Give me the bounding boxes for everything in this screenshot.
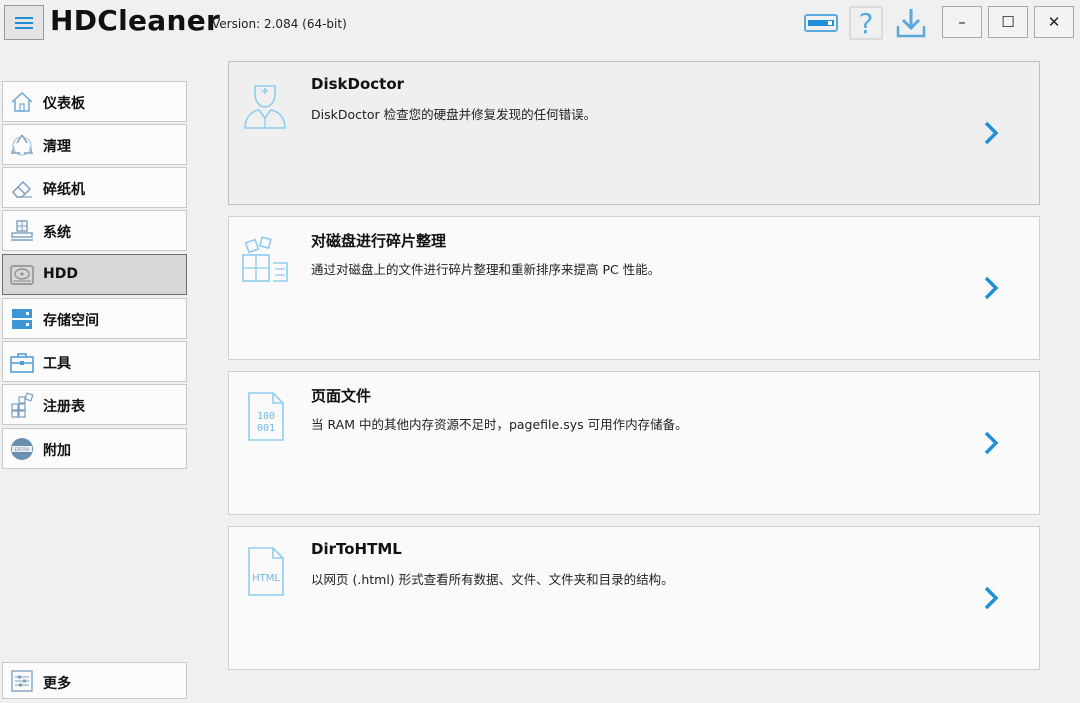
sidebar-item-registry[interactable]: 注册表 [2, 384, 187, 425]
chevron-right-icon[interactable] [981, 120, 1001, 146]
sidebar-item-system[interactable]: 系统 [2, 210, 187, 251]
chevron-right-icon[interactable] [981, 585, 1001, 611]
sidebar-item-label: 注册表 [43, 399, 85, 415]
app-title: HDCleaner [50, 4, 221, 37]
sidebar-item-label: 附加 [43, 443, 71, 459]
sidebar-item-storage[interactable]: 存储空间 [2, 298, 187, 339]
card-pagefile[interactable]: 100 001 页面文件 当 RAM 中的其他内存资源不足时，pagefile.… [228, 371, 1040, 515]
card-description: 以网页 (.html) 形式查看所有数据、文件、文件夹和目录的结构。 [311, 572, 674, 587]
maximize-button[interactable]: ☐ [988, 6, 1028, 38]
eraser-icon [11, 180, 32, 198]
recycle-icon [10, 134, 34, 156]
card-description: 当 RAM 中的其他内存资源不足时，pagefile.sys 可用作内存储备。 [311, 417, 688, 432]
menu-icon-line [15, 16, 33, 19]
card-diskdoctor[interactable]: DiskDoctor DiskDoctor 检查您的硬盘并修复发现的任何错误。 [228, 61, 1040, 205]
svg-text:?: ? [859, 7, 874, 40]
close-button[interactable]: ✕ [1034, 6, 1074, 38]
settings-sliders-icon [11, 670, 33, 692]
sidebar-item-label: 清理 [43, 139, 71, 155]
doctor-icon [244, 85, 286, 129]
sidebar-item-dashboard[interactable]: 仪表板 [2, 81, 187, 122]
system-icon [11, 220, 33, 241]
card-title: 对磁盘进行碎片整理 [311, 232, 447, 250]
license-icon[interactable] [804, 6, 838, 40]
sidebar-item-tools[interactable]: 工具 [2, 341, 187, 382]
card-description: DiskDoctor 检查您的硬盘并修复发现的任何错误。 [311, 107, 597, 122]
hdd-icon [10, 265, 34, 285]
sidebar-item-label: 工具 [43, 356, 71, 372]
download-icon[interactable] [894, 6, 928, 40]
svg-text:100: 100 [257, 411, 275, 422]
svg-text:EXTRA: EXTRA [15, 447, 31, 453]
sidebar-item-hdd[interactable]: HDD [2, 254, 187, 295]
card-title: DirToHTML [311, 540, 402, 558]
sidebar-item-extra[interactable]: EXTRA 附加 [2, 428, 187, 469]
svg-text:HTML: HTML [252, 573, 280, 584]
card-title: 页面文件 [311, 387, 372, 405]
chevron-right-icon[interactable] [981, 275, 1001, 301]
storage-icon [12, 309, 32, 329]
minimize-button[interactable]: – [942, 6, 982, 38]
registry-icon [11, 392, 34, 418]
sidebar-item-label: 更多 [43, 676, 71, 692]
title-bar: HDCleaner Version: 2.084 (64-bit) ? – ☐ … [0, 0, 1080, 44]
sidebar-item-label: 系统 [43, 225, 71, 241]
sidebar-item-more[interactable]: 更多 [2, 662, 187, 699]
sidebar-item-shredder[interactable]: 碎纸机 [2, 167, 187, 208]
app-version: Version: 2.084 (64-bit) [212, 17, 347, 31]
html-file-icon: HTML [248, 547, 284, 596]
defrag-icon [242, 236, 288, 282]
sidebar-item-label: 碎纸机 [43, 182, 85, 198]
sidebar-item-label: HDD [43, 266, 78, 282]
chevron-right-icon[interactable] [981, 430, 1001, 456]
card-dirtohtml[interactable]: HTML DirToHTML 以网页 (.html) 形式查看所有数据、文件、文… [228, 526, 1040, 670]
help-icon[interactable]: ? [849, 6, 883, 40]
hamburger-menu-button[interactable] [4, 5, 44, 40]
card-title: DiskDoctor [311, 75, 405, 93]
extra-icon: EXTRA [11, 438, 33, 460]
toolbox-icon [10, 353, 34, 373]
card-description: 通过对磁盘上的文件进行碎片整理和重新排序来提高 PC 性能。 [311, 262, 661, 277]
sidebar-item-clean[interactable]: 清理 [2, 124, 187, 165]
sidebar-item-label: 仪表板 [43, 96, 85, 112]
svg-text:001: 001 [257, 423, 275, 434]
menu-icon-line [15, 21, 33, 24]
home-icon [11, 91, 33, 112]
sidebar-item-label: 存储空间 [43, 313, 99, 329]
menu-icon-line [15, 26, 33, 29]
binary-file-icon: 100 001 [248, 392, 284, 441]
card-defrag[interactable]: 对磁盘进行碎片整理 通过对磁盘上的文件进行碎片整理和重新排序来提高 PC 性能。 [228, 216, 1040, 360]
